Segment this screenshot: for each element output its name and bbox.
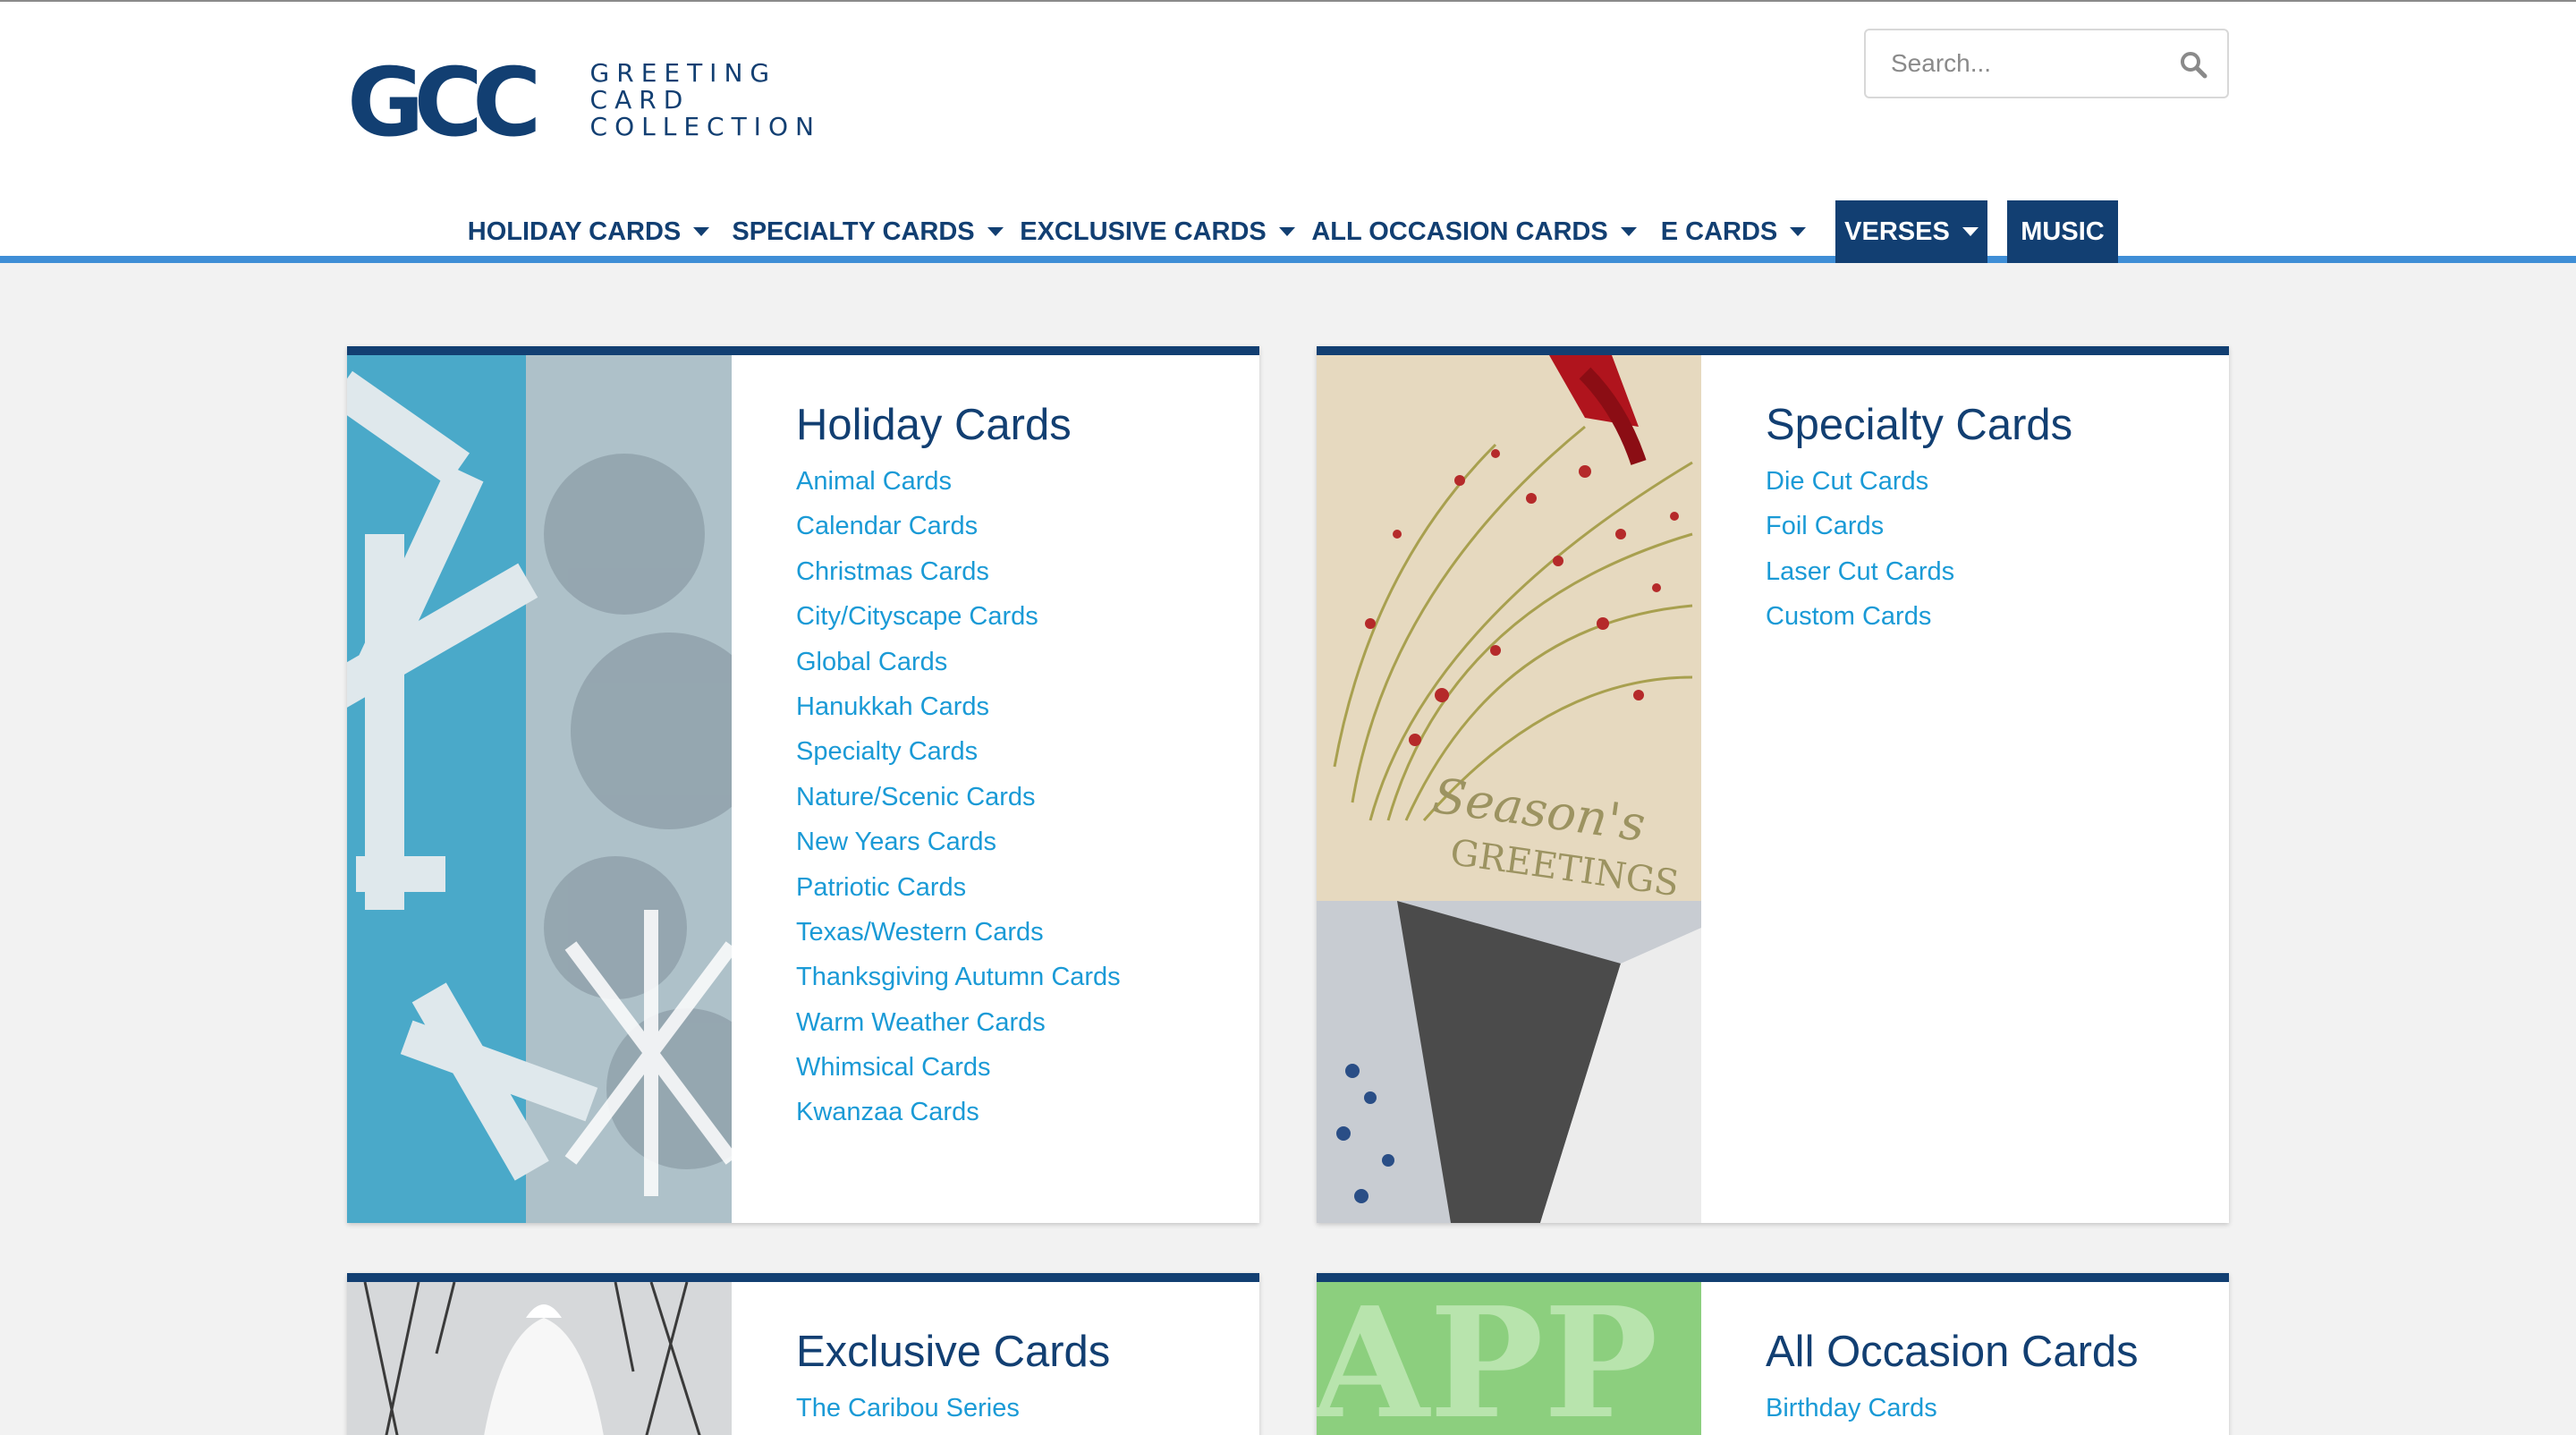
link-nature-scenic-cards[interactable]: Nature/Scenic Cards [796,783,1036,811]
caret-down-icon [1962,227,1979,236]
svg-text:GCC: GCC [347,55,536,145]
all-occasion-cards-links: Birthday Cards [1766,1386,2211,1431]
exclusive-cards-panel: Exclusive Cards The Caribou Series [347,1273,1259,1435]
nav-label: HOLIDAY CARDS [467,217,682,246]
snowy-tree-image[interactable] [347,1282,732,1435]
link-kwanzaa-cards[interactable]: Kwanzaa Cards [796,1098,979,1126]
link-global-cards[interactable]: Global Cards [796,648,947,676]
nav-all-occasion-cards[interactable]: ALL OCCASION CARDS [1311,200,1637,263]
caret-down-icon [1790,227,1807,236]
link-christmas-cards[interactable]: Christmas Cards [796,557,989,586]
nav-verses[interactable]: VERSES [1835,200,1987,263]
link-hanukkah-cards[interactable]: Hanukkah Cards [796,692,989,721]
link-warm-weather-cards[interactable]: Warm Weather Cards [796,1008,1046,1037]
nav-holiday-cards[interactable]: HOLIDAY CARDS [467,200,710,263]
caret-down-icon [987,227,1004,236]
search-icon[interactable] [2179,50,2207,79]
logo-line-1: Greeting Card [589,58,777,115]
logo-wordmark: Greeting Card Collection [590,60,884,140]
all-occasion-card-image[interactable]: APP [1317,1282,1701,1435]
all-occasion-cards-panel: APP All Occasion Cards Birthday Cards [1317,1273,2229,1435]
link-patriotic-cards[interactable]: Patriotic Cards [796,873,966,902]
caret-down-icon [1278,227,1295,236]
nav-specialty-cards[interactable]: SPECIALTY CARDS [732,200,1004,263]
link-new-years-cards[interactable]: New Years Cards [796,828,996,856]
nav-label: SPECIALTY CARDS [732,217,975,246]
search-input[interactable] [1866,30,2170,97]
section-title: All Occasion Cards [1766,1328,2139,1376]
all-occasion-cards-content: All Occasion Cards Birthday Cards [1766,1323,2211,1431]
caret-down-icon [1620,227,1637,236]
search-box [1864,29,2229,98]
link-city-cityscape-cards[interactable]: City/Cityscape Cards [796,602,1038,631]
link-the-caribou-series[interactable]: The Caribou Series [796,1394,1020,1422]
nav-music[interactable]: MUSIC [2007,200,2118,263]
svg-text:APP: APP [1317,1282,1658,1435]
nav-exclusive-cards[interactable]: EXCLUSIVE CARDS [1020,200,1295,263]
link-thanksgiving-autumn-cards[interactable]: Thanksgiving Autumn Cards [796,963,1121,991]
link-laser-cut-cards[interactable]: Laser Cut Cards [1766,557,1954,586]
exclusive-cards-links: The Caribou Series [796,1386,1241,1431]
nav-label: ALL OCCASION CARDS [1311,217,1608,246]
link-whimsical-cards[interactable]: Whimsical Cards [796,1053,991,1082]
section-title: Specialty Cards [1766,401,2073,449]
holiday-cards-links: Animal Cards Calendar Cards Christmas Ca… [796,459,1241,1135]
link-custom-cards[interactable]: Custom Cards [1766,602,1931,631]
site-logo[interactable]: GCC Greeting Card Collection [347,55,884,145]
section-title: Exclusive Cards [796,1328,1111,1376]
holiday-cards-content: Holiday Cards Animal Cards Calendar Card… [796,396,1241,1135]
link-die-cut-cards[interactable]: Die Cut Cards [1766,467,1928,496]
specialty-cards-links: Die Cut Cards Foil Cards Laser Cut Cards… [1766,459,2211,640]
gcc-logo-mark: GCC [347,55,547,145]
nav-label: MUSIC [2021,217,2105,246]
main-nav: HOLIDAY CARDS SPECIALTY CARDS EXCLUSIVE … [0,200,2576,263]
holiday-cards-panel: Holiday Cards Animal Cards Calendar Card… [347,346,1259,1223]
link-foil-cards[interactable]: Foil Cards [1766,512,1884,540]
exclusive-cards-content: Exclusive Cards The Caribou Series [796,1323,1241,1431]
link-texas-western-cards[interactable]: Texas/Western Cards [796,918,1044,947]
nav-e-cards[interactable]: E CARDS [1660,200,1807,263]
section-title: Holiday Cards [796,401,1072,449]
nav-label: E CARDS [1660,217,1778,246]
nav-label: EXCLUSIVE CARDS [1020,217,1267,246]
nav-label: VERSES [1844,217,1950,246]
link-calendar-cards[interactable]: Calendar Cards [796,512,978,540]
link-animal-cards[interactable]: Animal Cards [796,467,952,496]
caret-down-icon [693,227,710,236]
specialty-cards-content: Specialty Cards Die Cut Cards Foil Cards… [1766,396,2211,640]
link-specialty-cards[interactable]: Specialty Cards [796,737,978,766]
snowflake-image[interactable] [347,355,732,1223]
logo-line-2: Collection [589,112,821,141]
link-birthday-cards[interactable]: Birthday Cards [1766,1394,1937,1422]
specialty-cards-panel: Season's GREETINGS Specialty Cards Die C… [1317,346,2229,1223]
site-header: GCC Greeting Card Collection HOLIDAY CAR… [0,2,2576,263]
seasons-greetings-card-image[interactable]: Season's GREETINGS [1317,355,1701,1223]
